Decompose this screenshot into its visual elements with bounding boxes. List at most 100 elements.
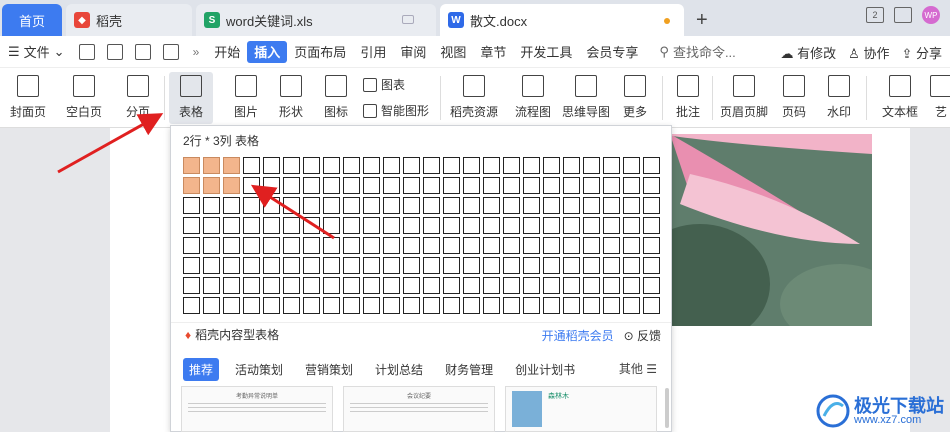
page-number-button[interactable]: 页码 [776,72,812,124]
tab-active-doc[interactable]: W 散文.docx [440,4,684,36]
table-grid-cell[interactable] [623,297,640,314]
table-grid-cell[interactable] [423,277,440,294]
file-menu[interactable]: ☰ 文件 ⌄ [0,42,73,61]
table-grid-cell[interactable] [543,257,560,274]
table-grid-cell[interactable] [503,257,520,274]
table-grid-cell[interactable] [203,157,220,174]
table-grid-cell[interactable] [243,277,260,294]
table-grid-cell[interactable] [183,277,200,294]
table-grid-cell[interactable] [463,197,480,214]
table-grid-cell[interactable] [503,157,520,174]
table-grid-cell[interactable] [283,237,300,254]
table-grid-cell[interactable] [543,177,560,194]
table-grid-cell[interactable] [603,157,620,174]
table-grid-cell[interactable] [223,277,240,294]
table-grid-cell[interactable] [343,237,360,254]
table-grid-cell[interactable] [443,237,460,254]
table-grid-cell[interactable] [403,237,420,254]
table-grid-cell[interactable] [283,177,300,194]
table-grid-cell[interactable] [643,277,660,294]
table-grid-cell[interactable] [623,157,640,174]
table-grid-cell[interactable] [363,217,380,234]
table-grid-cell[interactable] [643,197,660,214]
table-grid-cell[interactable] [523,217,540,234]
table-grid-cell[interactable] [423,177,440,194]
table-grid-cell[interactable] [303,277,320,294]
open-icon[interactable] [78,43,95,60]
table-grid-cell[interactable] [483,277,500,294]
command-search[interactable]: ⚲ 查找命令... [659,42,735,61]
vip-link[interactable]: 开通稻壳会员 [542,327,614,344]
table-grid-cell[interactable] [183,177,200,194]
table-grid-cell[interactable] [323,197,340,214]
tab-docer[interactable]: ◆ 稻壳 [66,4,192,36]
table-grid-cell[interactable] [643,257,660,274]
table-grid-cell[interactable] [283,217,300,234]
save-icon[interactable] [106,43,123,60]
table-grid-cell[interactable] [583,217,600,234]
table-grid-cell[interactable] [303,257,320,274]
table-grid-cell[interactable] [423,217,440,234]
menu-references[interactable]: 引用 [353,41,393,63]
table-grid-cell[interactable] [583,297,600,314]
table-grid-cell[interactable] [563,277,580,294]
book-icon[interactable] [894,7,912,23]
table-grid-cell[interactable] [183,197,200,214]
table-grid-cell[interactable] [283,257,300,274]
table-grid-cell[interactable] [543,237,560,254]
table-grid-cell[interactable] [223,237,240,254]
table-grid-cell[interactable] [203,277,220,294]
textbox-button[interactable]: 文本框 [876,72,924,124]
table-grid-cell[interactable] [463,257,480,274]
table-grid-cell[interactable] [383,257,400,274]
table-grid-cell[interactable] [463,297,480,314]
table-grid-cell[interactable] [423,157,440,174]
table-grid-cell[interactable] [343,217,360,234]
table-grid-cell[interactable] [623,257,640,274]
page-break-button[interactable]: 分页 [116,72,160,124]
table-grid-cell[interactable] [603,197,620,214]
window-layout-icon[interactable]: 2 [866,7,884,23]
table-grid-cell[interactable] [343,277,360,294]
table-grid-cell[interactable] [363,197,380,214]
table-grid-cell[interactable] [303,177,320,194]
table-grid-cell[interactable] [263,277,280,294]
table-grid-cell[interactable] [323,297,340,314]
table-grid-cell[interactable] [563,257,580,274]
table-grid-cell[interactable] [603,297,620,314]
table-grid-cell[interactable] [383,217,400,234]
table-grid-cell[interactable] [463,237,480,254]
table-grid-cell[interactable] [583,197,600,214]
table-grid-cell[interactable] [443,257,460,274]
table-grid-cell[interactable] [343,297,360,314]
flowchart-button[interactable]: 流程图 [511,72,555,124]
table-grid-cell[interactable] [323,277,340,294]
picture-button[interactable]: 图片 [226,72,266,124]
table-grid-cell[interactable] [323,217,340,234]
popup-scrollbar[interactable] [665,388,669,428]
table-grid-cell[interactable] [243,197,260,214]
category-tab[interactable]: 营销策划 [299,358,359,381]
table-grid-cell[interactable] [443,177,460,194]
table-grid-cell[interactable] [523,297,540,314]
table-grid-cell[interactable] [643,217,660,234]
table-grid-cell[interactable] [383,277,400,294]
table-grid-cell[interactable] [243,237,260,254]
print-preview-icon[interactable] [162,43,179,60]
table-grid-cell[interactable] [503,297,520,314]
table-grid-cell[interactable] [183,257,200,274]
watermark-button[interactable]: 水印 [821,72,857,124]
menu-start[interactable]: 开始 [207,41,247,63]
table-grid-cell[interactable] [223,177,240,194]
table-grid-cell[interactable] [643,297,660,314]
table-grid-cell[interactable] [423,297,440,314]
table-grid-cell[interactable] [583,157,600,174]
table-grid-cell[interactable] [503,177,520,194]
table-grid-cell[interactable] [263,217,280,234]
table-grid-cell[interactable] [263,197,280,214]
table-grid-cell[interactable] [283,197,300,214]
menu-review[interactable]: 审阅 [393,41,433,63]
table-grid-cell[interactable] [423,257,440,274]
template-thumbnail[interactable]: 考勤异常说明单 [181,386,333,432]
table-grid-cell[interactable] [443,157,460,174]
